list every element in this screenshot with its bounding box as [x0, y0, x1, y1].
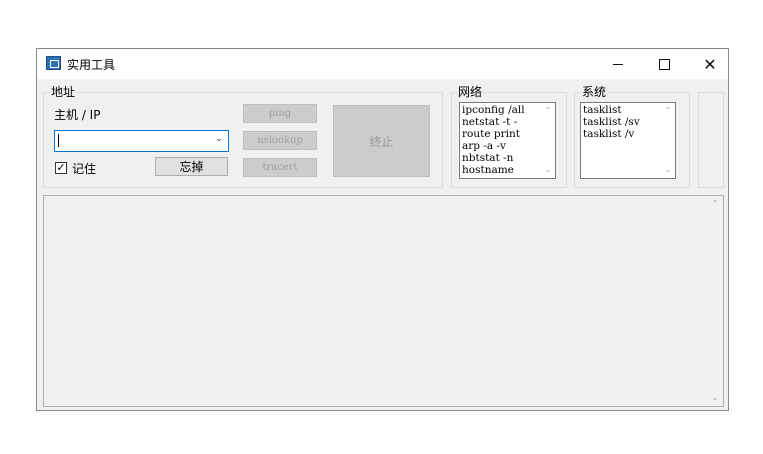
- list-item[interactable]: arp -a -v: [462, 140, 541, 152]
- system-list-scrollbar[interactable]: ⌃ ⌄: [661, 103, 675, 178]
- title-bar[interactable]: 实用工具 ✕: [37, 49, 728, 79]
- network-group-title: 网络: [457, 83, 484, 100]
- scroll-up-icon[interactable]: ⌃: [541, 105, 555, 117]
- system-group-title: 系统: [581, 83, 608, 100]
- nslookup-button[interactable]: nslookup: [243, 131, 317, 150]
- list-item[interactable]: tasklist /v: [583, 128, 661, 140]
- network-command-list[interactable]: ipconfig /all netstat -t - route print arp …: [459, 102, 556, 179]
- chevron-down-icon[interactable]: ⌄: [214, 134, 224, 144]
- scroll-down-icon[interactable]: ⌄: [541, 164, 555, 176]
- maximize-icon: [658, 58, 670, 70]
- forget-button[interactable]: 忘掉: [155, 157, 228, 176]
- host-label: 主机 / IP: [54, 108, 101, 122]
- app-icon: [46, 56, 61, 70]
- remember-label: 记住: [72, 162, 97, 176]
- output-textarea[interactable]: ⌃ ⌄: [43, 195, 724, 407]
- scroll-up-icon[interactable]: ⌃: [661, 105, 675, 117]
- tracert-button[interactable]: tracert: [243, 158, 317, 177]
- extra-group: [698, 92, 724, 188]
- list-item[interactable]: tasklist: [583, 104, 661, 116]
- close-icon: ✕: [703, 54, 717, 74]
- scroll-down-icon[interactable]: ⌄: [707, 392, 723, 404]
- scroll-down-icon[interactable]: ⌄: [661, 164, 675, 176]
- list-item[interactable]: netstat -t -: [462, 116, 541, 128]
- close-button[interactable]: ✕: [687, 49, 733, 79]
- list-item[interactable]: nbtstat -n: [462, 152, 541, 164]
- output-scrollbar[interactable]: ⌃ ⌄: [707, 196, 723, 406]
- list-item[interactable]: tasklist /sv: [583, 116, 661, 128]
- minimize-button[interactable]: [595, 49, 641, 79]
- network-list-scrollbar[interactable]: ⌃ ⌄: [541, 103, 555, 178]
- list-item[interactable]: hostname: [462, 164, 541, 176]
- address-group-title: 地址: [50, 83, 77, 100]
- ping-button[interactable]: ping: [243, 104, 317, 123]
- stop-button[interactable]: 终止: [333, 105, 430, 177]
- list-item[interactable]: ipconfig /all: [462, 104, 541, 116]
- window-title: 实用工具: [67, 58, 116, 72]
- app-window: 实用工具 ✕ 地址 主机 / IP ⌄ ✓ 记住 忘掉 ping nslooku…: [36, 48, 729, 411]
- scroll-up-icon[interactable]: ⌃: [707, 198, 723, 210]
- remember-checkbox[interactable]: ✓: [55, 162, 67, 174]
- text-caret: [58, 134, 59, 147]
- minimize-icon: [613, 63, 623, 65]
- maximize-button[interactable]: [641, 49, 687, 79]
- host-combobox[interactable]: ⌄: [54, 130, 229, 152]
- system-command-list[interactable]: tasklist tasklist /sv tasklist /v ⌃ ⌄: [580, 102, 676, 179]
- list-item[interactable]: route print: [462, 128, 541, 140]
